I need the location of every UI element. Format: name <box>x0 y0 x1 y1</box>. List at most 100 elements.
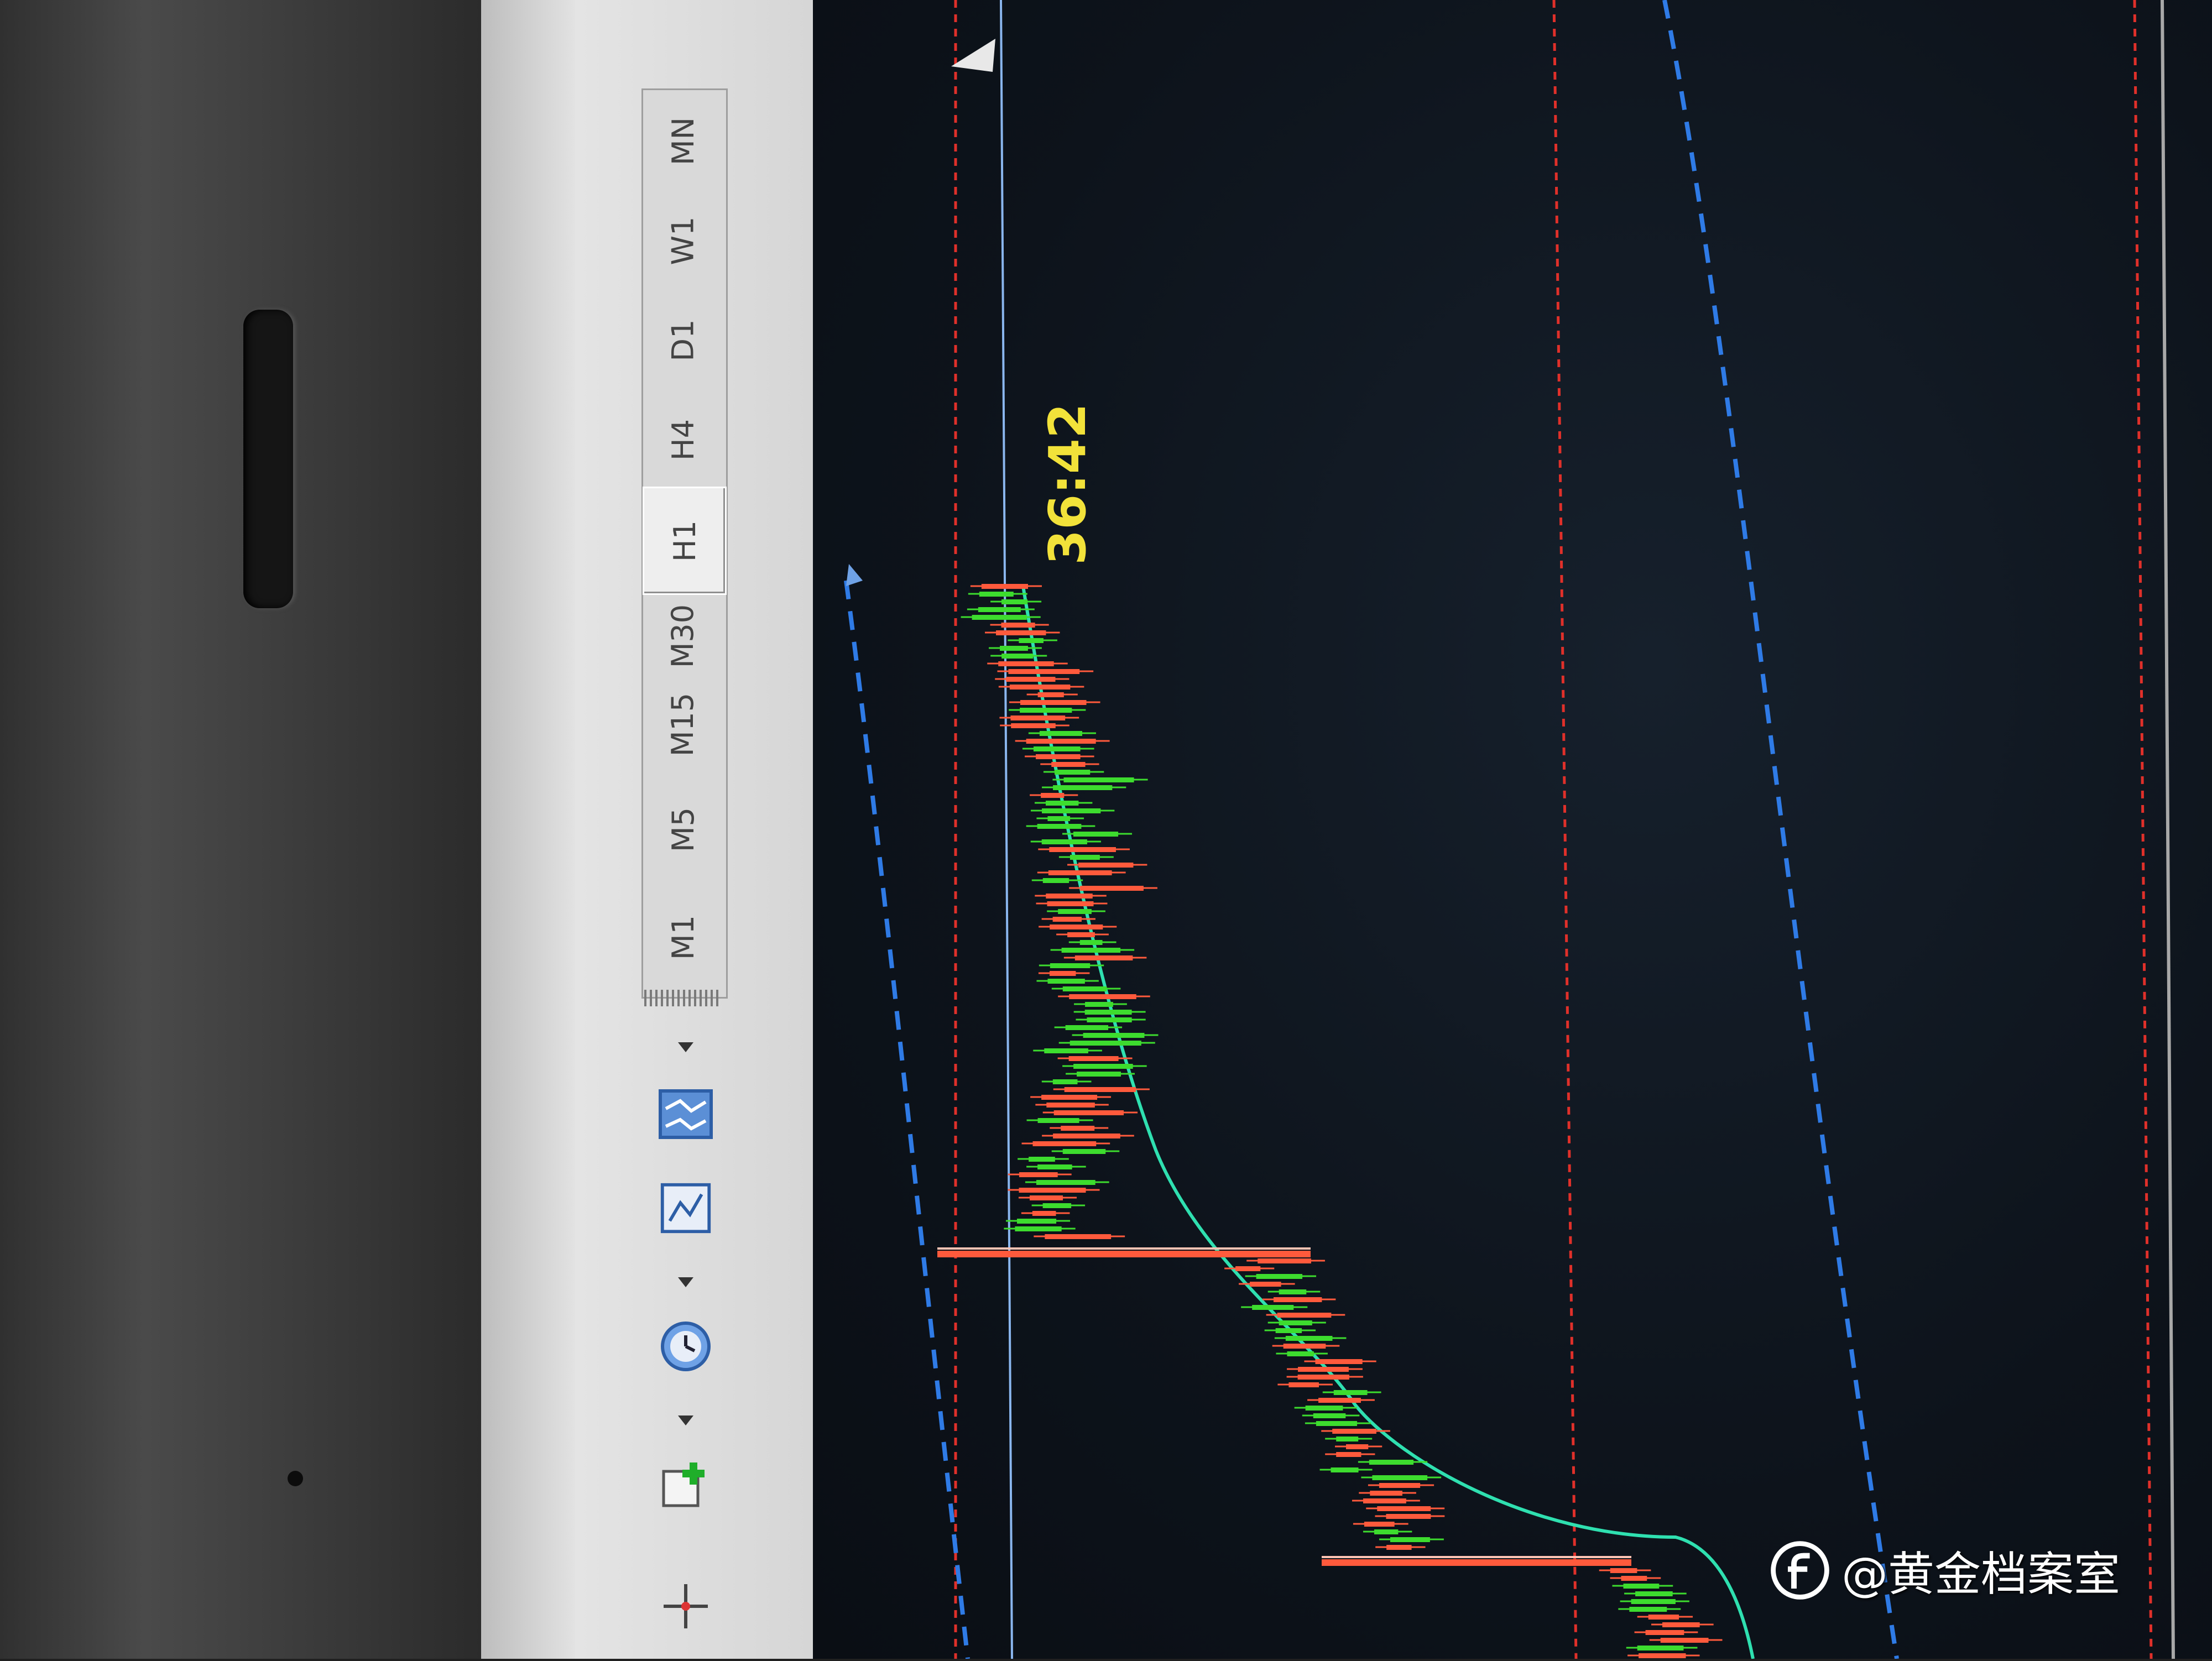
candle-body <box>1250 1282 1281 1287</box>
candle-body <box>1019 638 1044 643</box>
candle-body <box>1364 1522 1395 1527</box>
chart-shift-arrow-icon[interactable] <box>951 39 995 72</box>
candle-body <box>1058 909 1092 914</box>
candle-body <box>1053 1110 1124 1115</box>
candle-body <box>1635 1591 1673 1596</box>
price-chart[interactable] <box>813 0 2212 1659</box>
candle-body <box>1041 793 1065 798</box>
candle-body <box>1037 1164 1072 1169</box>
candle-body <box>1001 654 1034 659</box>
candle-body <box>1033 746 1081 751</box>
candle-body <box>1084 1010 1132 1015</box>
candle-body <box>1044 1048 1088 1053</box>
chart-properties-icon[interactable] <box>655 1178 716 1239</box>
timeframe-h4-button[interactable]: H4 <box>643 387 723 492</box>
candle-body <box>1235 1266 1261 1271</box>
candle-body <box>1379 1483 1421 1488</box>
candle-body <box>1050 963 1091 968</box>
candle-body <box>1061 1126 1095 1131</box>
candle-body <box>1313 1413 1346 1418</box>
candle-body <box>1006 677 1056 682</box>
candle-body <box>1256 1274 1303 1279</box>
candle-body <box>1073 832 1119 837</box>
candle-body <box>1051 762 1086 767</box>
toolbar-grip[interactable] <box>644 990 722 1006</box>
candle-body <box>1637 1646 1684 1650</box>
candle-body <box>1087 1017 1132 1022</box>
candle-body <box>1064 1087 1136 1092</box>
candle-body <box>1050 924 1103 929</box>
candle-body <box>1042 878 1070 883</box>
candle-body <box>1037 824 1082 829</box>
candle-body <box>1070 1041 1141 1046</box>
candle-body <box>1070 855 1100 860</box>
timeframe-m30-button[interactable]: M30 <box>643 583 723 688</box>
candle-body <box>1053 785 1113 790</box>
candle-body <box>1318 1398 1361 1403</box>
timeframe-m1-button[interactable]: M1 <box>643 885 723 990</box>
candle-body <box>1041 839 1087 844</box>
timeframe-mn-button[interactable]: MN <box>643 88 723 194</box>
candle-body <box>1073 1064 1133 1069</box>
candle-body <box>1032 1211 1056 1216</box>
candle-body <box>1610 1568 1637 1573</box>
channel-lower-line <box>844 580 970 1659</box>
monitor-bezel <box>0 0 481 1659</box>
candle-body <box>1279 1289 1307 1294</box>
candle-body <box>1047 979 1085 984</box>
candle-body <box>1279 1320 1312 1325</box>
candle-body <box>1083 1033 1145 1038</box>
candle-body <box>1067 932 1095 937</box>
candle-body <box>1062 1149 1106 1154</box>
candle-body <box>1386 1514 1431 1519</box>
chart-template-icon[interactable] <box>655 1084 716 1145</box>
candle-body <box>1623 1584 1660 1589</box>
candle-body <box>1372 1475 1428 1480</box>
period-separator <box>1552 0 1578 1659</box>
moving-average-line <box>1021 586 1755 1659</box>
candle-body <box>1052 1079 1078 1084</box>
candle-body <box>1046 801 1079 806</box>
candle-body <box>1305 1406 1343 1411</box>
candle-body <box>978 607 1021 612</box>
candle-body <box>1258 1258 1311 1263</box>
candle-body <box>1049 847 1116 852</box>
candle-body <box>1370 1491 1402 1496</box>
candle-body <box>972 615 1027 620</box>
chart-scale-arrow-icon[interactable] <box>846 564 863 586</box>
candle-body <box>1386 1545 1412 1550</box>
watermark-text: @黄金档案室 <box>1841 1547 2121 1601</box>
candle-body <box>1020 700 1087 705</box>
candle-body <box>1390 1537 1430 1542</box>
candle-body <box>1042 1203 1072 1208</box>
candle-body <box>1315 1359 1363 1364</box>
candle-body <box>1645 1630 1684 1635</box>
candle-body <box>1660 1638 1709 1643</box>
candle-body <box>1019 1188 1086 1193</box>
clock-icon[interactable] <box>655 1316 716 1377</box>
crosshair-icon[interactable] <box>655 1576 716 1637</box>
bezel-slot <box>243 310 293 608</box>
timeframe-d1-button[interactable]: D1 <box>643 288 723 393</box>
timeframe-m5-button[interactable]: M5 <box>643 777 723 882</box>
candle-body <box>1275 1328 1302 1333</box>
candle-body <box>1039 731 1082 736</box>
candle-body <box>1273 1297 1322 1302</box>
new-order-icon[interactable] <box>655 1454 716 1515</box>
chart-border <box>2161 0 2175 1659</box>
candle-body <box>1662 1622 1700 1627</box>
candle-body <box>1287 1351 1314 1356</box>
bar-countdown-timer: 36:42 <box>1037 403 1097 565</box>
candle-body <box>1062 986 1107 991</box>
timeframe-w1-button[interactable]: W1 <box>643 188 723 293</box>
candle-body <box>1008 669 1080 674</box>
candle-body <box>1285 1336 1333 1341</box>
candle-body <box>1316 1421 1358 1426</box>
candle-body <box>1377 1506 1431 1511</box>
candle-body <box>1074 955 1133 960</box>
candle-body <box>1001 623 1035 628</box>
candle-body <box>1047 816 1071 821</box>
candle-body <box>1332 1429 1376 1434</box>
candle-body <box>1020 708 1072 713</box>
timeframe-h1-button[interactable]: H1 <box>643 487 727 595</box>
